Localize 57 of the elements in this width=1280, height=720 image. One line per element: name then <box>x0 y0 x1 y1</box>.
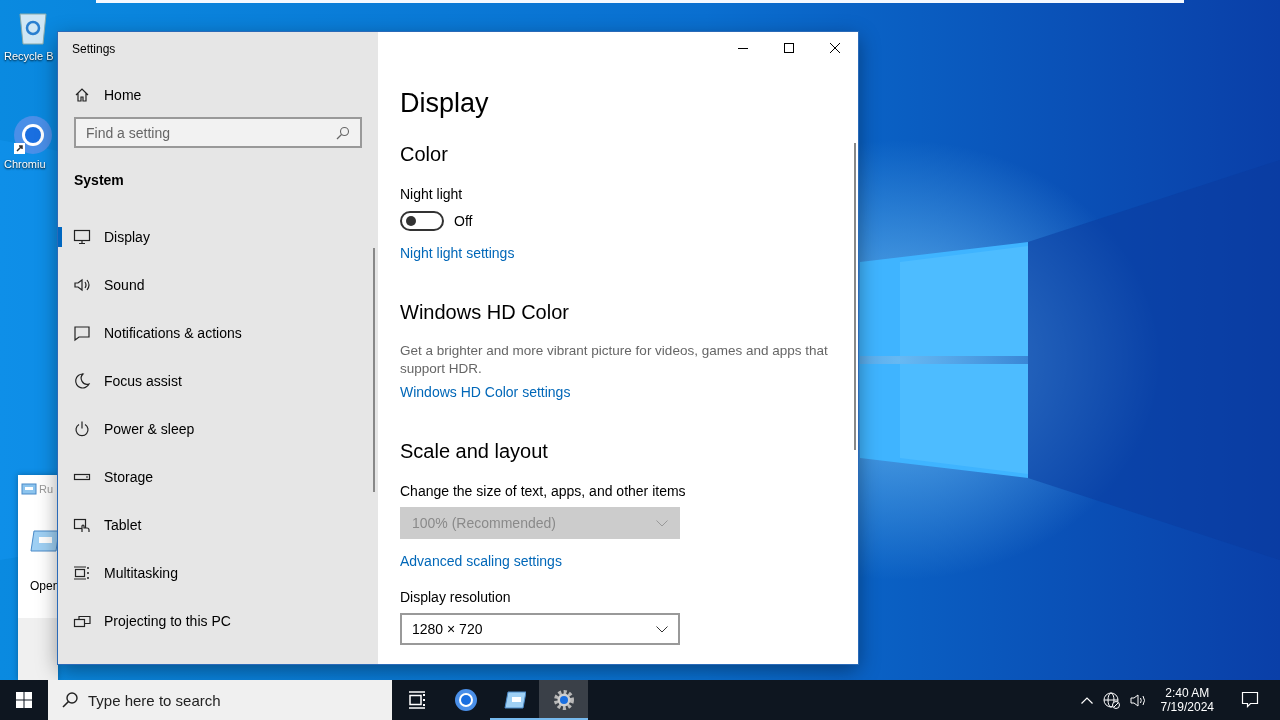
speaker-icon[interactable] <box>1129 692 1147 708</box>
search-field[interactable]: Find a setting <box>74 117 362 148</box>
nav-item[interactable]: Sound <box>58 261 378 309</box>
settings-link[interactable]: Advanced scaling settings <box>400 553 562 569</box>
power-icon <box>73 420 91 438</box>
nav-item[interactable]: Projecting to this PC <box>58 597 378 645</box>
browser-icon[interactable] <box>12 114 54 156</box>
settings-link[interactable]: Night light settings <box>400 245 515 261</box>
speaker-icon <box>73 276 91 294</box>
settings-link[interactable]: Windows HD Color settings <box>400 384 571 400</box>
maximize-icon <box>784 43 794 53</box>
run-icon <box>503 689 526 711</box>
section-heading: Scale and layout <box>400 440 548 463</box>
description-text: Get a brighter and more vibrant picture for videos, games and apps that support HDR. <box>400 342 829 378</box>
chevron-down-icon <box>656 519 668 527</box>
home-icon <box>74 87 90 103</box>
tablet-icon <box>73 516 91 534</box>
nav-item[interactable]: Storage <box>58 453 378 501</box>
nav-item[interactable]: Focus assist <box>58 357 378 405</box>
search-icon <box>336 126 350 140</box>
field-label: Open <box>30 579 58 593</box>
chevron-down-icon <box>656 625 668 633</box>
globe-icon[interactable] <box>1102 691 1120 709</box>
taskbar-app-button[interactable] <box>539 680 588 720</box>
section-heading: Windows HD Color <box>400 301 569 324</box>
message-icon <box>73 324 91 342</box>
windows-logo-icon <box>16 692 32 708</box>
toggle-switch[interactable] <box>400 211 444 231</box>
section-heading: System <box>74 172 125 188</box>
window-title: Settings <box>71 41 117 58</box>
toggle-state-label: Off <box>454 213 473 229</box>
setting-label: Night light <box>400 186 463 202</box>
taskbar-search-field[interactable]: Type here to search <box>48 680 392 720</box>
section-heading: Color <box>400 143 448 166</box>
home-link[interactable]: Home <box>74 87 378 103</box>
dropdown: 100% (Recommended) <box>400 507 680 539</box>
clock[interactable]: 2:40 AM 7/19/2024 <box>1156 686 1218 714</box>
desktop-icon-label[interactable]: Recycle B <box>2 50 54 62</box>
nav-item[interactable]: Tablet <box>58 501 378 549</box>
nav-item[interactable]: Notifications & actions <box>58 309 378 357</box>
gear-icon <box>552 689 575 711</box>
dropdown[interactable]: 1280 × 720 <box>400 613 680 645</box>
moon-icon <box>73 372 91 390</box>
windows-layout-icon <box>73 564 91 582</box>
nav-item[interactable]: Power & sleep <box>58 405 378 453</box>
setting-label: Display resolution <box>400 589 511 605</box>
page-title: Display <box>400 88 490 119</box>
run-icon <box>21 483 37 495</box>
search-icon <box>61 691 79 709</box>
setting-label: Change the size of text, apps, and other items <box>400 483 686 499</box>
monitor-icon <box>73 228 91 246</box>
browser-icon <box>454 689 477 711</box>
chevron-up-icon[interactable] <box>1080 696 1093 704</box>
message-icon <box>1241 691 1259 709</box>
nav-item[interactable]: Multitasking <box>58 549 378 597</box>
close-icon <box>830 43 840 53</box>
dialog-title: Ru <box>39 483 54 495</box>
